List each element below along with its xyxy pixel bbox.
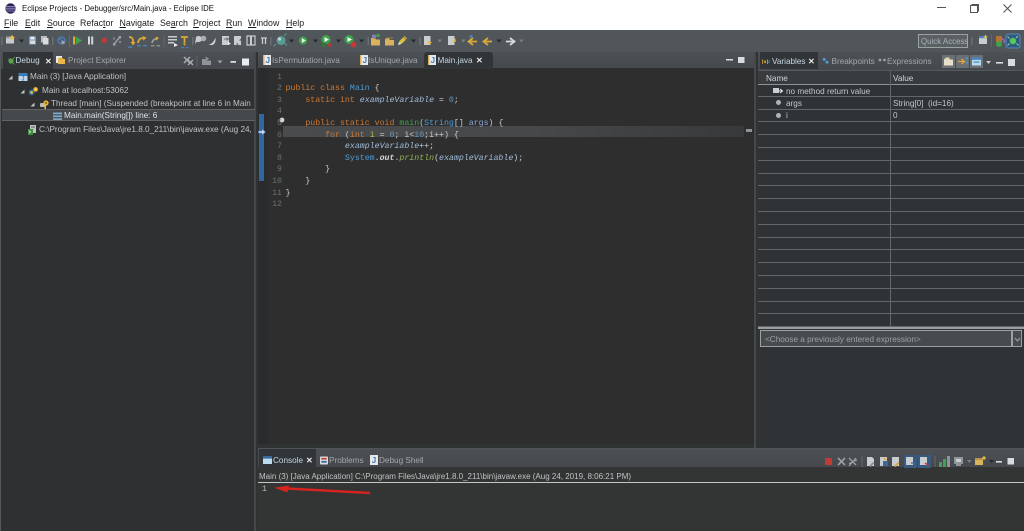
svg-text:J: J: [22, 77, 25, 83]
svg-text:J: J: [431, 56, 435, 65]
svg-text:J: J: [372, 456, 376, 465]
svg-text:J: J: [266, 56, 270, 65]
svg-text:J: J: [363, 56, 367, 65]
